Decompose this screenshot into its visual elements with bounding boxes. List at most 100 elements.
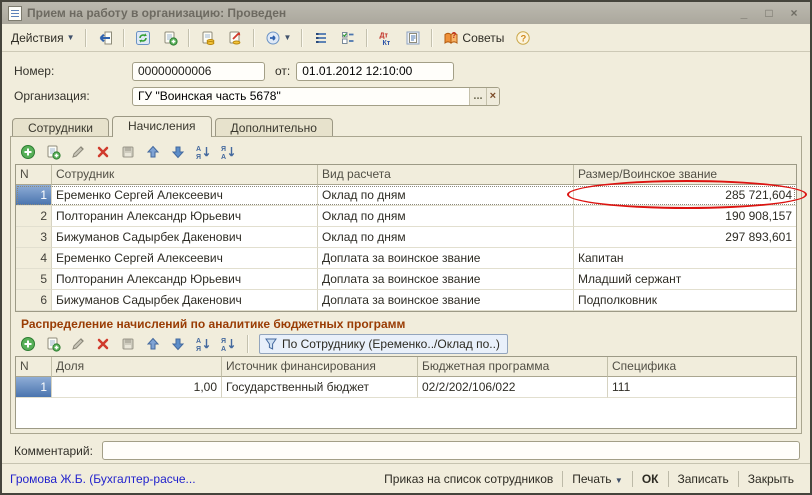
tab-employees[interactable]: Сотрудники — [12, 118, 109, 137]
delete-icon — [95, 144, 111, 160]
add-icon — [20, 144, 36, 160]
document-window: Прием на работу в организацию: Проведен … — [0, 0, 812, 495]
move-down-button[interactable] — [169, 335, 187, 353]
move-up-icon — [145, 336, 161, 352]
sort-desc-button[interactable]: ЯА — [219, 335, 237, 353]
refresh-button[interactable] — [131, 28, 155, 48]
table-row[interactable]: 1 1,00 Государственный бюджет 02/2/202/1… — [16, 377, 796, 398]
tab-additional[interactable]: Дополнительно — [215, 118, 333, 137]
end-edit-icon — [120, 336, 136, 352]
table-row[interactable]: 3 Бижуманов Садырбек Дакенович Оклад по … — [16, 227, 796, 248]
organization-clear-button[interactable]: × — [486, 88, 499, 105]
svg-text:А: А — [221, 154, 226, 160]
table-row[interactable]: 2 Полторанин Александр Юрьевич Оклад по … — [16, 206, 796, 227]
print-button[interactable]: Печать ▼ — [564, 469, 631, 489]
help-button[interactable]: ? — [511, 28, 535, 48]
organization-label: Организация: — [14, 89, 132, 103]
move-down-icon — [170, 144, 186, 160]
go-icon — [265, 30, 281, 46]
move-up-button[interactable] — [144, 335, 162, 353]
copy-row-button[interactable] — [44, 335, 62, 353]
end-edit-button[interactable] — [119, 143, 137, 161]
table-row[interactable]: 4 Еременко Сергей Алексеевич Доплата за … — [16, 248, 796, 269]
delete-row-button[interactable] — [94, 143, 112, 161]
save-button[interactable]: Записать — [670, 469, 737, 489]
close-button[interactable]: × — [784, 5, 804, 21]
table-row[interactable]: 6 Бижуманов Садырбек Дакенович Доплата з… — [16, 290, 796, 311]
move-up-button[interactable] — [144, 143, 162, 161]
comment-input[interactable] — [102, 441, 800, 460]
edit-icon — [70, 144, 86, 160]
svg-text:А: А — [196, 338, 201, 345]
order-list-button[interactable]: Приказ на список сотрудников — [376, 469, 561, 489]
checklist-button[interactable] — [336, 28, 360, 48]
distribution-section-title: Распределение начислений по аналитике бю… — [15, 312, 797, 332]
chevron-down-icon: ▼ — [615, 476, 623, 485]
posting-results-button[interactable]: ДтКт — [374, 28, 398, 48]
filter-icon — [264, 337, 278, 351]
end-edit-button[interactable] — [119, 335, 137, 353]
add-icon — [20, 336, 36, 352]
accruals-table-toolbar: АЯ ЯА — [15, 140, 797, 164]
accruals-panel: АЯ ЯА N Сотрудник Вид расчета Размер/Вои… — [10, 136, 802, 434]
organization-input[interactable] — [133, 88, 469, 105]
sort-desc-icon: ЯА — [220, 144, 236, 160]
edit-row-button[interactable] — [69, 335, 87, 353]
sort-asc-button[interactable]: АЯ — [194, 143, 212, 161]
close-form-button[interactable]: Закрыть — [740, 469, 802, 489]
move-down-button[interactable] — [169, 143, 187, 161]
save-close-button[interactable] — [93, 28, 117, 48]
main-toolbar: Действия ▼ ▼ — [2, 24, 810, 52]
distribution-table-toolbar: АЯ ЯА По Сотруднику (Еременко../Оклад по… — [15, 332, 797, 356]
edit-row-button[interactable] — [69, 143, 87, 161]
table-row[interactable]: 1 Еременко Сергей Алексеевич Оклад по дн… — [16, 185, 796, 206]
unpost-document-button[interactable] — [223, 28, 247, 48]
report-icon — [405, 30, 421, 46]
responsible-user: Громова Ж.Б. (Бухгалтер-расче... — [10, 472, 376, 486]
filter-by-employee-button[interactable]: По Сотруднику (Еременко../Оклад по..) — [259, 334, 508, 354]
move-up-icon — [145, 144, 161, 160]
date-input[interactable] — [297, 63, 454, 80]
actions-menu-button[interactable]: Действия ▼ — [7, 29, 79, 47]
sort-asc-button[interactable]: АЯ — [194, 335, 212, 353]
tab-accruals[interactable]: Начисления — [112, 116, 212, 137]
post-document-icon — [200, 30, 216, 46]
sort-desc-button[interactable]: ЯА — [219, 143, 237, 161]
number-input[interactable] — [132, 62, 265, 81]
header-fields: Номер: от: Организация: ... × — [2, 52, 810, 111]
svg-text:?: ? — [452, 31, 457, 40]
table-row[interactable]: 5 Полторанин Александр Юрьевич Доплата з… — [16, 269, 796, 290]
minimize-button[interactable]: _ — [734, 5, 754, 21]
report-button[interactable] — [401, 28, 425, 48]
window-title: Прием на работу в организацию: Проведен — [27, 6, 729, 20]
move-down-icon — [170, 336, 186, 352]
add-row-button[interactable] — [19, 143, 37, 161]
checklist-icon — [340, 30, 356, 46]
distribution-table: N Доля Источник финансирования Бюджетная… — [15, 356, 797, 429]
advice-button[interactable]: ? Советы — [439, 28, 508, 48]
svg-text:Я: Я — [196, 346, 201, 352]
svg-text:А: А — [221, 346, 226, 352]
copy-row-icon — [45, 144, 61, 160]
end-edit-icon — [120, 144, 136, 160]
comment-row: Комментарий: — [2, 434, 810, 460]
maximize-button[interactable]: □ — [759, 5, 779, 21]
ok-button[interactable]: ОК — [634, 469, 667, 489]
distribution-table-header: N Доля Источник финансирования Бюджетная… — [16, 357, 796, 377]
svg-text:А: А — [196, 146, 201, 153]
dt-kt-icon: ДтКт — [378, 30, 394, 46]
list-settings-button[interactable] — [309, 28, 333, 48]
accruals-table: N Сотрудник Вид расчета Размер/Воинское … — [15, 164, 797, 312]
add-row-button[interactable] — [19, 335, 37, 353]
delete-row-button[interactable] — [94, 335, 112, 353]
post-document-button[interactable] — [196, 28, 220, 48]
copy-row-button[interactable] — [44, 143, 62, 161]
copy-button[interactable] — [158, 28, 182, 48]
go-to-button[interactable]: ▼ — [261, 28, 296, 48]
help-icon: ? — [515, 30, 531, 46]
save-close-icon — [97, 30, 113, 46]
organization-select-button[interactable]: ... — [469, 88, 485, 105]
sort-asc-icon: АЯ — [195, 336, 211, 352]
footer-bar: Громова Ж.Б. (Бухгалтер-расче... Приказ … — [2, 463, 810, 493]
copy-row-icon — [45, 336, 61, 352]
